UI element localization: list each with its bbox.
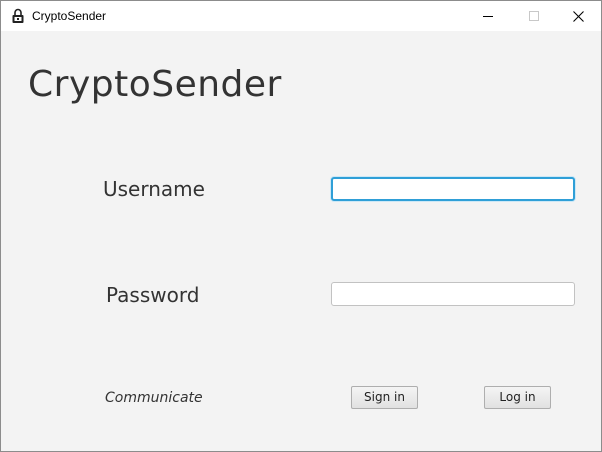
password-label: Password [106, 283, 200, 307]
maximize-icon [529, 11, 539, 21]
minimize-button[interactable] [465, 1, 511, 31]
maximize-button[interactable] [511, 1, 557, 31]
close-icon [573, 11, 584, 22]
minimize-icon [483, 16, 493, 17]
password-input[interactable] [331, 282, 575, 306]
close-button[interactable] [555, 1, 601, 31]
padlock-icon [10, 8, 26, 24]
window-title: CryptoSender [32, 9, 107, 23]
login-panel: CryptoSender Username Password Communica… [1, 31, 601, 451]
username-label: Username [103, 177, 205, 201]
username-input[interactable] [331, 177, 575, 201]
communicate-label: Communicate [105, 390, 203, 406]
sign-in-button[interactable]: Sign in [351, 386, 418, 409]
app-window: CryptoSender CryptoSender Username Passw… [0, 0, 602, 452]
app-heading: CryptoSender [28, 64, 282, 105]
title-bar[interactable]: CryptoSender [1, 1, 601, 31]
log-in-button[interactable]: Log in [484, 386, 551, 409]
